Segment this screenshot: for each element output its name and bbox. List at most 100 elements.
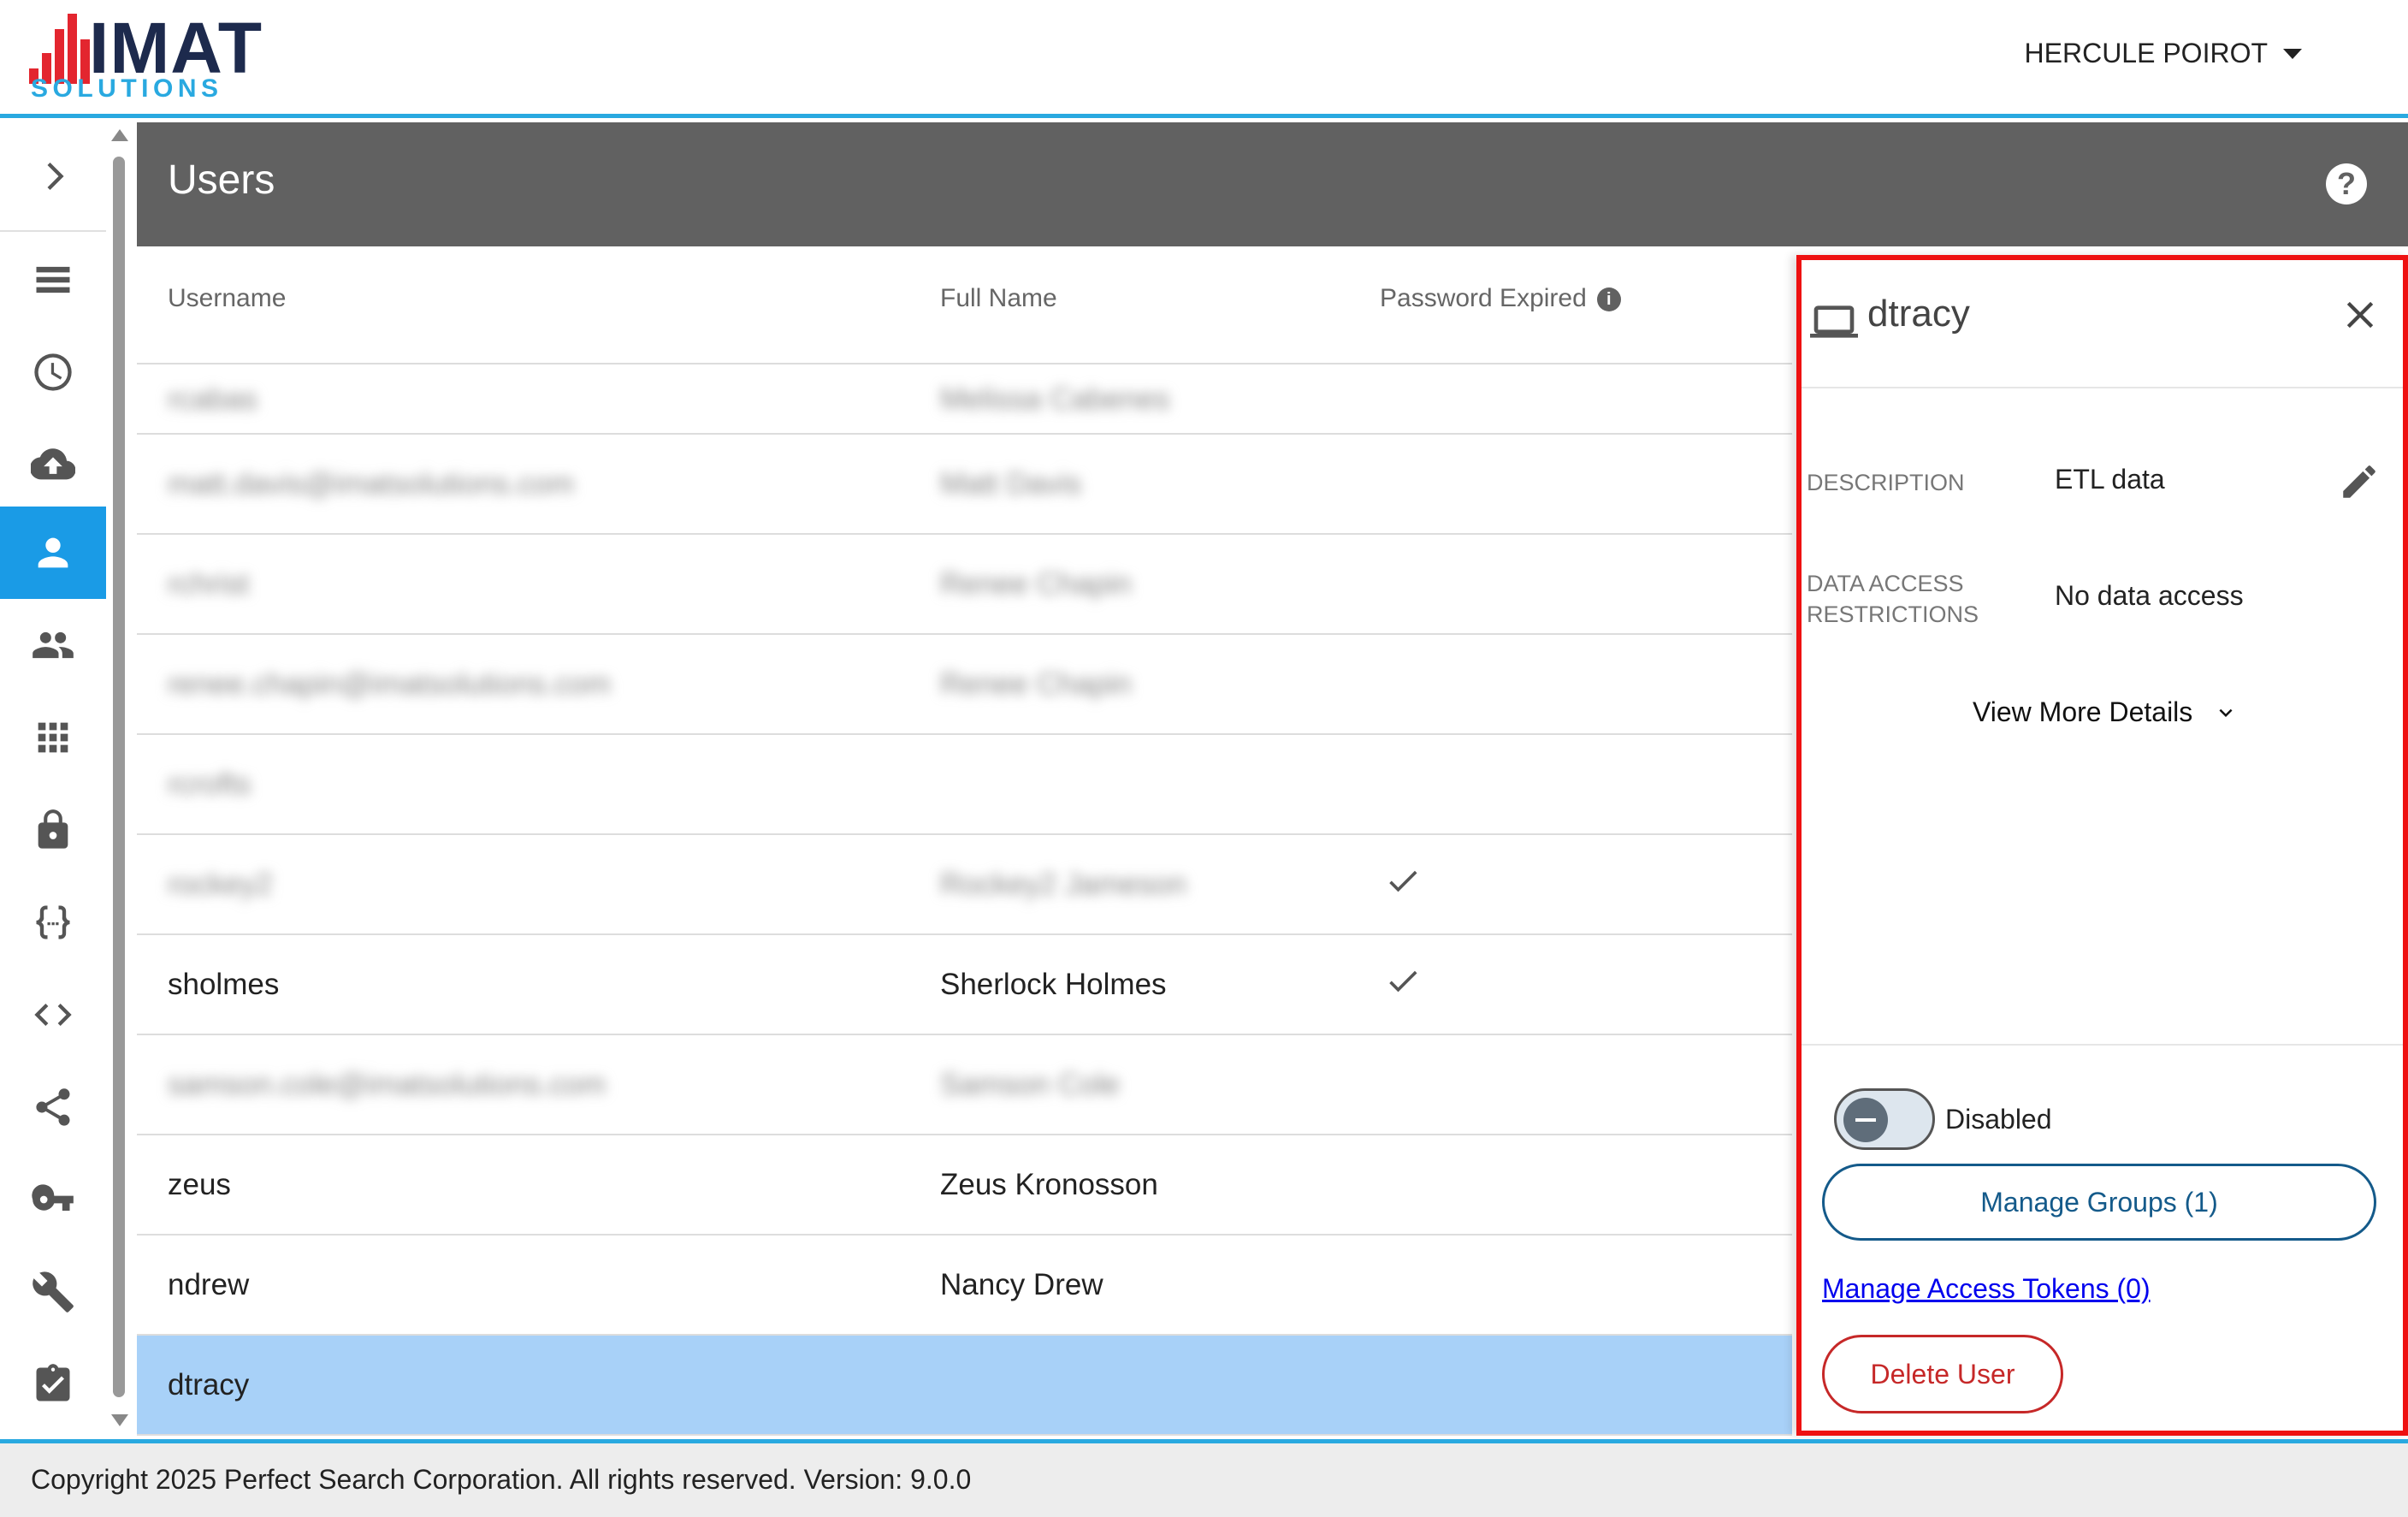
username-cell: dtracy bbox=[168, 1367, 250, 1401]
lock-icon bbox=[38, 809, 68, 849]
table-row[interactable]: renee.chapin@imatsolutions.com Renee Chap… bbox=[137, 635, 1792, 735]
full-name-cell: Zeus Kronosson bbox=[940, 1167, 1158, 1201]
user-menu[interactable]: HERCULE POIROT bbox=[2025, 38, 2302, 69]
restrictions-label: DATA ACCESS RESTRICTIONS bbox=[1807, 568, 1979, 630]
user-name: HERCULE POIROT bbox=[2024, 38, 2268, 68]
table-row[interactable]: matt.davis@imatsolutions.com Matt Davis bbox=[137, 435, 1792, 535]
logo-text-top: IMAT bbox=[89, 8, 263, 88]
nav-scrollbar[interactable] bbox=[109, 122, 130, 1439]
username-cell: matt.davis@imatsolutions.com bbox=[168, 466, 575, 501]
scroll-up-arrow-icon[interactable] bbox=[111, 129, 128, 141]
manage-access-tokens-link[interactable]: Manage Access Tokens (0) bbox=[1822, 1273, 2151, 1305]
nav-item-history[interactable] bbox=[0, 326, 106, 418]
clock-icon bbox=[34, 353, 72, 391]
table-row[interactable]: ndrew Nancy Drew bbox=[137, 1236, 1792, 1336]
panel-divider bbox=[1802, 1044, 2403, 1046]
key-icon bbox=[32, 1184, 74, 1211]
curly-braces-icon bbox=[36, 905, 70, 939]
scroll-thumb[interactable] bbox=[113, 157, 125, 1397]
page-title-bar: Users ? bbox=[137, 122, 2408, 246]
user-detail-panel: dtracy DESCRIPTION ETL data DATA ACCESS … bbox=[1796, 255, 2408, 1436]
caret-down-icon bbox=[2283, 48, 2302, 59]
full-name-cell: Samson Cole bbox=[940, 1067, 1121, 1101]
password-expired-check-icon bbox=[1384, 962, 1422, 1007]
full-name-cell: Melissa Cabenes bbox=[940, 382, 1170, 416]
chevron-down-icon bbox=[2219, 708, 2233, 717]
username-cell: rcabas bbox=[168, 382, 258, 416]
full-name-cell: Rockey2 Jameson bbox=[940, 867, 1186, 901]
table-header: Username Full Name Password Expired i bbox=[137, 246, 1792, 364]
list-icon bbox=[36, 266, 70, 293]
username-cell: ndrew bbox=[168, 1267, 250, 1301]
table-row[interactable]: zeus Zeus Kronosson bbox=[137, 1135, 1792, 1236]
enabled-toggle[interactable] bbox=[1834, 1088, 1935, 1150]
nav-item-keys[interactable] bbox=[0, 1153, 106, 1246]
help-icon[interactable]: ? bbox=[2326, 163, 2367, 204]
column-header-password-expired-label: Password Expired bbox=[1380, 284, 1587, 312]
view-more-details-button[interactable]: View More Details bbox=[1973, 696, 2239, 728]
app-header: IMAT SOLUTIONS HERCULE POIROT bbox=[0, 0, 2408, 118]
share-icon bbox=[36, 1088, 70, 1126]
username-cell: rockey2 bbox=[168, 867, 273, 901]
info-icon[interactable]: i bbox=[1596, 287, 1621, 312]
nav-item-apps[interactable] bbox=[0, 691, 106, 784]
chevron-right-icon bbox=[47, 162, 64, 191]
description-label: DESCRIPTION bbox=[1807, 470, 1965, 495]
username-cell: rcrofts bbox=[168, 767, 251, 801]
table-row[interactable]: sholmes Sherlock Holmes bbox=[137, 935, 1792, 1035]
nav-item-list[interactable] bbox=[0, 234, 106, 326]
nav-item-tools[interactable] bbox=[0, 1246, 106, 1338]
left-nav bbox=[0, 122, 137, 1439]
nav-item-groups[interactable] bbox=[0, 599, 106, 691]
table-row[interactable]: rockey2 Rockey2 Jameson bbox=[137, 835, 1792, 935]
table-row[interactable]: dtracy bbox=[137, 1336, 1792, 1436]
table-row[interactable]: rcrofts bbox=[137, 735, 1792, 835]
users-table: Username Full Name Password Expired i rca… bbox=[137, 246, 1792, 1439]
username-cell: zeus bbox=[168, 1167, 231, 1201]
full-name-cell: Renee Chapin bbox=[940, 566, 1132, 601]
nav-item-security[interactable] bbox=[0, 784, 106, 876]
footer: Copyright 2025 Perfect Search Corporatio… bbox=[0, 1439, 2408, 1517]
full-name-cell: Nancy Drew bbox=[940, 1267, 1103, 1301]
password-expired-check-icon bbox=[1384, 862, 1422, 907]
nav-item-upload[interactable] bbox=[0, 418, 106, 511]
nav-item-users[interactable] bbox=[0, 507, 106, 599]
restrictions-label-line2: RESTRICTIONS bbox=[1807, 601, 1979, 627]
clipboard-check-icon bbox=[36, 1364, 70, 1401]
table-row[interactable]: samson.cole@imatsolutions.com Samson Cole bbox=[137, 1035, 1792, 1135]
imat-logo[interactable]: IMAT SOLUTIONS bbox=[29, 8, 269, 103]
full-name-cell: Sherlock Holmes bbox=[940, 967, 1167, 1001]
grid-icon bbox=[38, 722, 68, 753]
people-icon bbox=[33, 631, 74, 659]
column-header-username[interactable]: Username bbox=[168, 284, 286, 313]
toggle-knob bbox=[1843, 1098, 1888, 1142]
nav-item-share[interactable] bbox=[0, 1061, 106, 1153]
nav-divider bbox=[0, 230, 106, 232]
logo-bars-icon bbox=[29, 14, 91, 84]
nav-expand-button[interactable] bbox=[0, 130, 106, 222]
logo-text-bottom: SOLUTIONS bbox=[31, 74, 223, 103]
username-cell: renee.chapin@imatsolutions.com bbox=[168, 667, 612, 701]
scroll-down-arrow-icon[interactable] bbox=[111, 1414, 128, 1426]
manage-groups-button[interactable]: Manage Groups (1) bbox=[1822, 1164, 2376, 1241]
page-title: Users bbox=[168, 157, 275, 203]
panel-username: dtracy bbox=[1867, 293, 1970, 335]
full-name-cell: Matt Davis bbox=[940, 466, 1082, 501]
restrictions-label-line1: DATA ACCESS bbox=[1807, 571, 1964, 596]
view-more-label: View More Details bbox=[1973, 696, 2193, 727]
description-value: ETL data bbox=[2055, 464, 2165, 495]
delete-user-button[interactable]: Delete User bbox=[1822, 1335, 2063, 1413]
column-header-password-expired[interactable]: Password Expired i bbox=[1380, 284, 1621, 313]
nav-item-json[interactable] bbox=[0, 876, 106, 969]
restrictions-value: No data access bbox=[2055, 580, 2244, 611]
nav-item-code[interactable] bbox=[0, 969, 106, 1061]
username-cell: rchrist bbox=[168, 566, 250, 601]
username-cell: sholmes bbox=[168, 967, 280, 1001]
toggle-label: Disabled bbox=[1945, 1104, 2052, 1135]
table-row[interactable]: rchrist Renee Chapin bbox=[137, 535, 1792, 635]
table-row[interactable]: rcabas Melissa Cabenes bbox=[137, 366, 1792, 435]
cloud-upload-icon bbox=[31, 448, 75, 480]
nav-item-tasks[interactable] bbox=[0, 1338, 106, 1431]
username-cell: samson.cole@imatsolutions.com bbox=[168, 1067, 606, 1101]
column-header-full-name[interactable]: Full Name bbox=[940, 284, 1057, 313]
